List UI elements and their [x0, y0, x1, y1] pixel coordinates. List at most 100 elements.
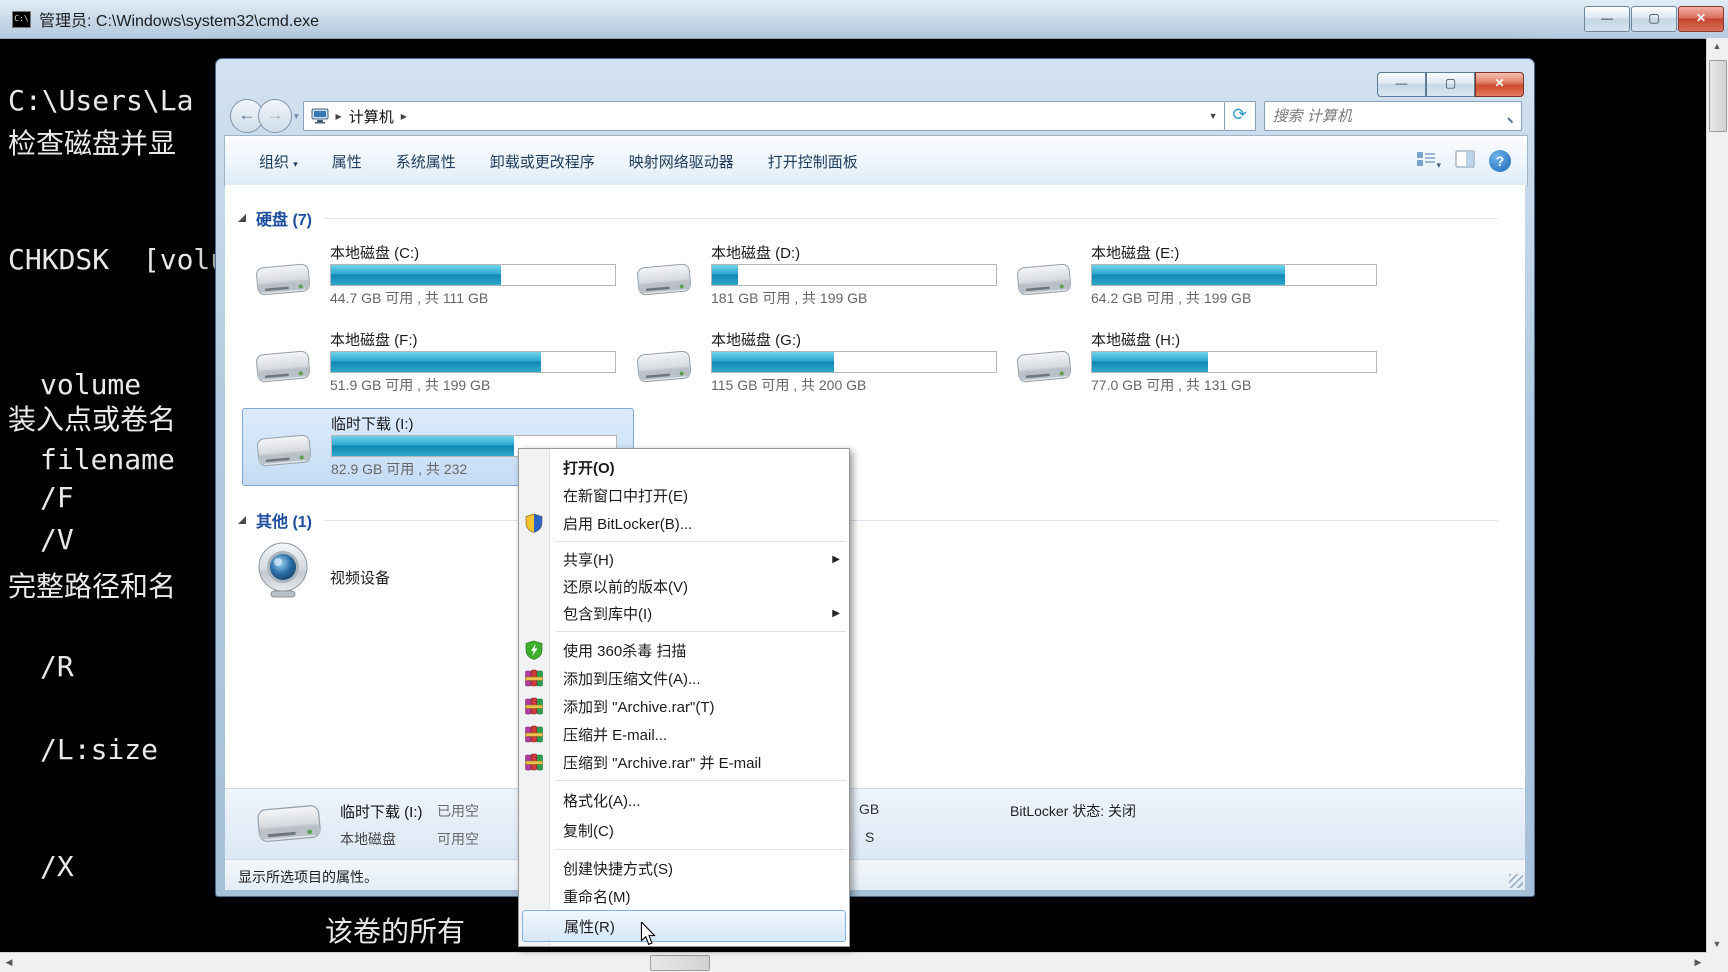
recent-pages-dropdown-icon[interactable]: ▾ [294, 111, 299, 122]
drive-tile-g[interactable]: 本地磁盘 (G:) 115 GB 可用 , 共 200 GB [635, 329, 997, 395]
scrollbar-corner [1707, 953, 1728, 972]
menu-item-format[interactable]: 格式化(A)... [519, 785, 849, 815]
collapse-triangle-icon[interactable] [238, 214, 246, 222]
chevron-down-icon: ▾ [1436, 160, 1441, 170]
chevron-down-icon: ▾ [293, 158, 298, 169]
menu-item-create-shortcut[interactable]: 创建快捷方式(S) [519, 854, 849, 882]
computer-icon [311, 108, 329, 124]
details-used-label: 已用空 [437, 803, 479, 819]
toolbar-organize[interactable]: 组织 ▾ [259, 151, 298, 172]
winrar-icon [524, 724, 544, 744]
menu-item-rename[interactable]: 重命名(M) [519, 882, 849, 910]
refresh-button[interactable]: ⟳ [1224, 101, 1256, 131]
views-button[interactable]: ▾ [1416, 150, 1441, 172]
cmd-titlebar[interactable]: C:\ 管理员: C:\Windows\system32\cmd.exe — ▢… [0, 0, 1728, 39]
winrar-icon [524, 752, 544, 772]
menu-item-compress-and-email[interactable]: 压缩并 E-mail... [519, 720, 849, 748]
toolbar-system-properties[interactable]: 系统属性 [396, 151, 456, 172]
scroll-thumb[interactable] [650, 955, 710, 971]
drive-name: 本地磁盘 (D:) [711, 245, 801, 262]
drive-tile-c[interactable]: 本地磁盘 (C:) 44.7 GB 可用 , 共 111 GB [254, 242, 616, 308]
forward-button[interactable]: → [258, 99, 292, 133]
menu-item-properties[interactable]: 属性(R) [522, 910, 846, 942]
preview-pane-button[interactable] [1455, 150, 1475, 172]
drive-name: 本地磁盘 (F:) [330, 332, 418, 349]
cmd-maximize-button[interactable]: ▢ [1631, 6, 1677, 32]
details-pane: 临时下载 (I:) 本地磁盘 已用空 可用空 GB S BitLocker 状态… [225, 788, 1525, 860]
cmd-minimize-button[interactable]: — [1584, 6, 1630, 32]
console-line: filename [40, 443, 175, 476]
hard-drive-icon [255, 425, 313, 475]
menu-item-restore-previous-versions[interactable]: 还原以前的版本(V) [519, 573, 849, 600]
console-line: 该卷的所有 [325, 915, 466, 948]
drive-tile-d[interactable]: 本地磁盘 (D:) 181 GB 可用 , 共 199 GB [635, 242, 997, 308]
submenu-arrow-icon: ▶ [832, 554, 840, 565]
drive-capacity-text: 77.0 GB 可用 , 共 131 GB [1091, 377, 1252, 393]
address-bar-row: ← → ▾ ▶ 计算机 ▶ ▼ ⟳ [230, 99, 1522, 133]
address-bar[interactable]: ▶ 计算机 ▶ ▼ [302, 101, 1225, 131]
menu-item-compress-to-rar-and-email[interactable]: 压缩到 "Archive.rar" 并 E-mail [519, 748, 849, 776]
menu-item-open-new-window[interactable]: 在新窗口中打开(E) [519, 481, 849, 509]
console-line: volume [40, 368, 142, 401]
help-button[interactable]: ? [1489, 150, 1511, 172]
menu-item-add-to-archive-rar[interactable]: 添加到 "Archive.rar"(T) [519, 692, 849, 720]
hard-drive-icon [254, 254, 312, 304]
toolbar-open-control-panel[interactable]: 打开控制面板 [768, 151, 858, 172]
explorer-caption-buttons: — ▢ ✕ [1377, 72, 1524, 97]
command-toolbar: 组织 ▾ 属性 系统属性 卸载或更改程序 映射网络驱动器 打开控制面板 ▾ ? [224, 135, 1528, 187]
cmd-vertical-scrollbar[interactable]: ▲ ▼ [1706, 38, 1728, 953]
explorer-close-button[interactable]: ✕ [1475, 72, 1524, 97]
capacity-bar [330, 351, 616, 373]
cmd-close-button[interactable]: ✕ [1678, 6, 1724, 32]
hard-drive-icon [255, 793, 323, 853]
search-input[interactable] [1264, 106, 1493, 126]
menu-item-share[interactable]: 共享(H) ▶ [519, 546, 849, 573]
address-dropdown-icon[interactable]: ▼ [1209, 111, 1218, 121]
winrar-icon [524, 696, 544, 716]
menu-item-include-in-library[interactable]: 包含到库中(I) ▶ [519, 600, 849, 627]
drive-tile-f[interactable]: 本地磁盘 (F:) 51.9 GB 可用 , 共 199 GB [254, 329, 616, 395]
explorer-minimize-button[interactable]: — [1377, 72, 1426, 97]
drive-capacity-text: 181 GB 可用 , 共 199 GB [711, 290, 868, 306]
console-line: 完整路径和名 [8, 570, 177, 603]
menu-item-add-to-archive[interactable]: 添加到压缩文件(A)... [519, 664, 849, 692]
toolbar-properties[interactable]: 属性 [332, 151, 362, 172]
group-header-other[interactable]: 其他 (1) [238, 508, 1518, 532]
hard-drive-icon [254, 341, 312, 391]
resize-grip[interactable] [1509, 874, 1523, 888]
menu-item-open[interactable]: 打开(O) [519, 453, 849, 481]
details-unit-fragment: GB [859, 801, 880, 817]
scroll-right-arrow[interactable]: ▶ [1689, 953, 1707, 972]
console-line: C:\Users\La [8, 84, 194, 117]
scroll-down-arrow[interactable]: ▼ [1707, 936, 1727, 953]
scroll-up-arrow[interactable]: ▲ [1707, 38, 1727, 55]
explorer-window: — ▢ ✕ ← → ▾ ▶ 计算机 ▶ ▼ ⟳ 组织 ▾ 属性 系统属性 [215, 58, 1535, 897]
breadcrumb-computer[interactable]: 计算机 [349, 106, 394, 127]
cmd-icon: C:\ [12, 10, 31, 28]
toolbar-uninstall-program[interactable]: 卸载或更改程序 [490, 151, 595, 172]
menu-item-scan-360[interactable]: 使用 360杀毒 扫描 [519, 636, 849, 664]
hard-drive-icon [1015, 341, 1073, 391]
scroll-thumb[interactable] [1709, 60, 1727, 132]
explorer-maximize-button[interactable]: ▢ [1426, 72, 1475, 97]
antivirus-shield-icon [524, 640, 544, 660]
scroll-left-arrow[interactable]: ◀ [0, 953, 18, 972]
drive-name: 临时下载 (I:) [331, 416, 414, 433]
cmd-horizontal-scrollbar[interactable]: ◀ ▶ [0, 952, 1707, 972]
drive-capacity-text: 115 GB 可用 , 共 200 GB [711, 377, 867, 393]
breadcrumb-arrow-icon[interactable]: ▶ [401, 112, 407, 121]
details-item-name: 临时下载 (I:) [340, 804, 423, 821]
toolbar-map-network-drive[interactable]: 映射网络驱动器 [629, 151, 734, 172]
menu-item-copy[interactable]: 复制(C) [519, 815, 849, 845]
drive-capacity-text: 44.7 GB 可用 , 共 111 GB [330, 290, 489, 306]
winrar-icon [524, 668, 544, 688]
group-header-hard-disks[interactable]: 硬盘 (7) [238, 206, 1518, 230]
collapse-triangle-icon[interactable] [238, 516, 246, 524]
drive-tile-e[interactable]: 本地磁盘 (E:) 64.2 GB 可用 , 共 199 GB [1015, 242, 1377, 308]
menu-item-enable-bitlocker[interactable]: 启用 BitLocker(B)... [519, 509, 849, 537]
breadcrumb-arrow-icon: ▶ [335, 111, 342, 121]
drive-name: 本地磁盘 (C:) [330, 245, 420, 262]
drive-tile-h[interactable]: 本地磁盘 (H:) 77.0 GB 可用 , 共 131 GB [1015, 329, 1377, 395]
search-box[interactable] [1263, 101, 1522, 131]
details-free-label: 可用空 [437, 831, 479, 847]
